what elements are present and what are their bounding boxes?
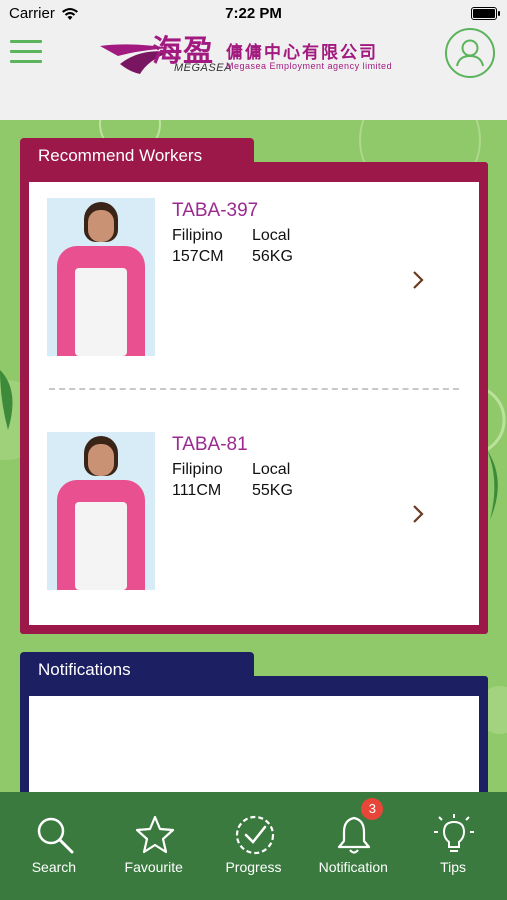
worker-code: TABA-81 bbox=[172, 434, 248, 455]
star-icon bbox=[135, 815, 174, 854]
worker-code: TABA-397 bbox=[172, 200, 259, 221]
notifications-list bbox=[29, 696, 479, 792]
recommend-workers-frame: TABA-397 Filipino Local 157CM 56KG TABA-… bbox=[20, 162, 488, 634]
worker-measurements: 111CM 55KG bbox=[172, 482, 293, 500]
tab-search[interactable]: Search bbox=[4, 792, 104, 900]
worker-weight: 56KG bbox=[252, 248, 293, 265]
tab-progress[interactable]: Progress bbox=[204, 792, 304, 900]
worker-photo bbox=[47, 198, 155, 356]
notifications-frame bbox=[20, 676, 488, 792]
battery-icon bbox=[471, 7, 500, 20]
logo-company-chinese: 傭傭中心有限公司 bbox=[226, 43, 378, 62]
main-content: Recommend Workers TABA-397 Filipino Local… bbox=[0, 120, 507, 792]
company-logo: 海盈 MEGASEA 傭傭中心有限公司 Megasea Employment a… bbox=[100, 28, 420, 88]
worker-photo bbox=[47, 432, 155, 590]
tab-tips[interactable]: Tips bbox=[403, 792, 503, 900]
tab-favourite[interactable]: Favourite bbox=[104, 792, 204, 900]
chevron-right-icon bbox=[413, 505, 424, 523]
tab-tips-label: Tips bbox=[440, 859, 467, 875]
logo-company-english: Megasea Employment agency limited bbox=[226, 61, 393, 71]
tab-progress-label: Progress bbox=[225, 859, 282, 875]
notifications-section: Notifications bbox=[20, 652, 488, 792]
profile-button[interactable] bbox=[445, 28, 495, 78]
tab-search-label: Search bbox=[31, 859, 77, 875]
recommend-workers-section: Recommend Workers TABA-397 Filipino Local… bbox=[20, 138, 488, 634]
worker-card[interactable]: TABA-397 Filipino Local 157CM 56KG bbox=[29, 182, 479, 382]
notification-badge: 3 bbox=[361, 798, 384, 820]
menu-button[interactable] bbox=[10, 40, 42, 66]
bottom-tab-bar: Search Favourite Progress 3 Notification bbox=[0, 792, 507, 900]
list-divider bbox=[49, 388, 459, 390]
worker-card[interactable]: TABA-81 Filipino Local 111CM 55KG bbox=[29, 416, 479, 616]
lightbulb-icon bbox=[434, 814, 475, 852]
status-time: 7:22 PM bbox=[225, 5, 282, 22]
worker-origin: Filipino Local bbox=[172, 461, 290, 479]
logo-brand-name: MEGASEA bbox=[174, 62, 232, 74]
chevron-right-icon bbox=[413, 271, 424, 289]
worker-measurements: 157CM 56KG bbox=[172, 248, 293, 266]
worker-nationality: Filipino bbox=[172, 227, 223, 244]
worker-location: Local bbox=[252, 227, 291, 244]
status-bar: Carrier 7:22 PM bbox=[0, 0, 507, 28]
tab-notification[interactable]: 3 Notification bbox=[303, 792, 403, 900]
check-circle-icon bbox=[235, 815, 274, 855]
hamburger-icon bbox=[10, 40, 42, 43]
worker-location: Local bbox=[252, 461, 291, 478]
worker-origin: Filipino Local bbox=[172, 227, 290, 245]
bell-icon bbox=[338, 816, 371, 854]
app-header: 海盈 MEGASEA 傭傭中心有限公司 Megasea Employment a… bbox=[0, 28, 507, 120]
worker-weight: 55KG bbox=[252, 482, 293, 499]
user-icon bbox=[456, 39, 484, 67]
search-icon bbox=[37, 817, 74, 854]
worker-height: 157CM bbox=[172, 248, 224, 265]
tab-favourite-label: Favourite bbox=[124, 859, 183, 875]
worker-nationality: Filipino bbox=[172, 461, 223, 478]
recommend-workers-list: TABA-397 Filipino Local 157CM 56KG TABA-… bbox=[29, 182, 479, 625]
tab-notification-label: Notification bbox=[318, 859, 388, 875]
worker-height: 111CM bbox=[172, 482, 222, 499]
